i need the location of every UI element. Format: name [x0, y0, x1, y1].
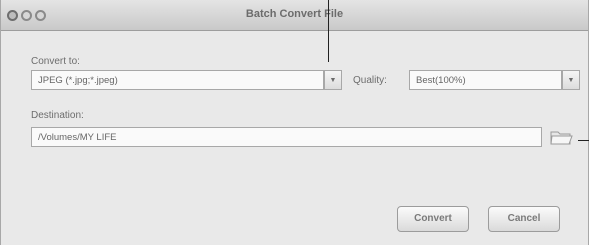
quality-select[interactable]: Best(100%): [409, 70, 562, 90]
destination-label: Destination:: [31, 110, 84, 121]
convert-format-select[interactable]: JPEG (*.jpg;*.jpeg): [31, 70, 324, 90]
convert-button[interactable]: Convert: [397, 206, 469, 232]
folder-browse-icon[interactable]: [549, 127, 575, 147]
callout-line-right: [578, 140, 589, 141]
quality-label: Quality:: [353, 75, 387, 86]
window-title: Batch Convert File: [245, 8, 344, 20]
convert-to-label: Convert to:: [31, 56, 80, 67]
convert-format-dropdown-arrow[interactable]: ▼: [324, 70, 342, 90]
cancel-button[interactable]: Cancel: [488, 206, 560, 232]
title-bar: Batch Convert File: [1, 0, 588, 31]
batch-convert-window: Batch Convert File Convert to: JPEG (*.j…: [0, 0, 589, 245]
destination-path-input[interactable]: /Volumes/MY LIFE: [31, 127, 542, 147]
callout-line-top: [328, 0, 329, 62]
quality-dropdown-arrow[interactable]: ▼: [562, 70, 580, 90]
